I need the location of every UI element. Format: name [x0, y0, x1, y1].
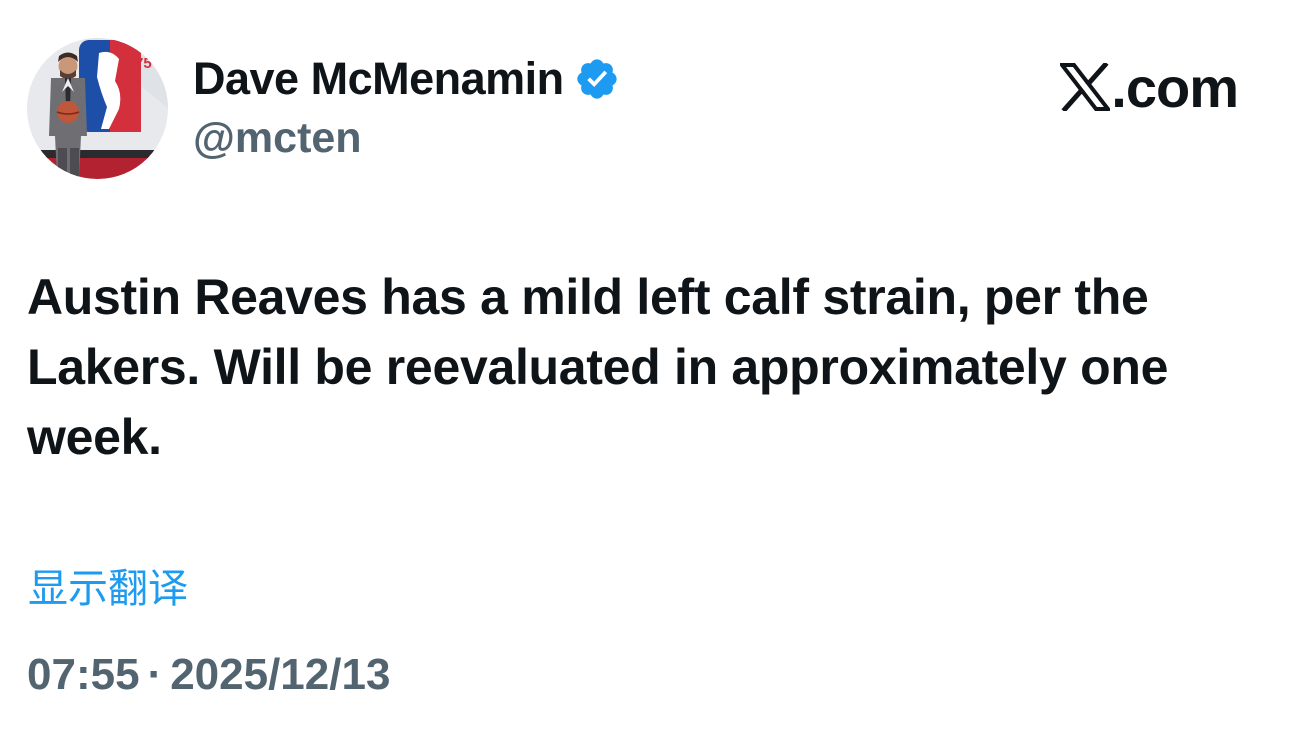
timestamp-separator: ·	[147, 650, 163, 699]
tweet-time: 07:55	[27, 650, 140, 699]
tweet-date: 2025/12/13	[170, 650, 391, 699]
site-domain-text: .com	[1111, 55, 1239, 119]
x-logo-icon	[1060, 63, 1111, 111]
author-name-row: Dave McMenamin	[193, 52, 620, 106]
author-display-name[interactable]: Dave McMenamin	[193, 53, 564, 105]
verified-badge-icon	[576, 59, 617, 99]
profile-photo: 75	[27, 38, 168, 179]
show-translation-link[interactable]: 显示翻译	[28, 556, 188, 614]
tweet-timestamp[interactable]: 07:55 · 2025/12/13	[27, 650, 390, 700]
site-logo[interactable]: .com	[1060, 56, 1239, 119]
avatar[interactable]: 75	[27, 38, 168, 179]
avatar-logo-text: 75	[135, 55, 152, 72]
tweet-text: Austin Reaves has a mild left calf strai…	[27, 269, 1169, 465]
author-handle[interactable]: @mcten	[193, 114, 362, 163]
